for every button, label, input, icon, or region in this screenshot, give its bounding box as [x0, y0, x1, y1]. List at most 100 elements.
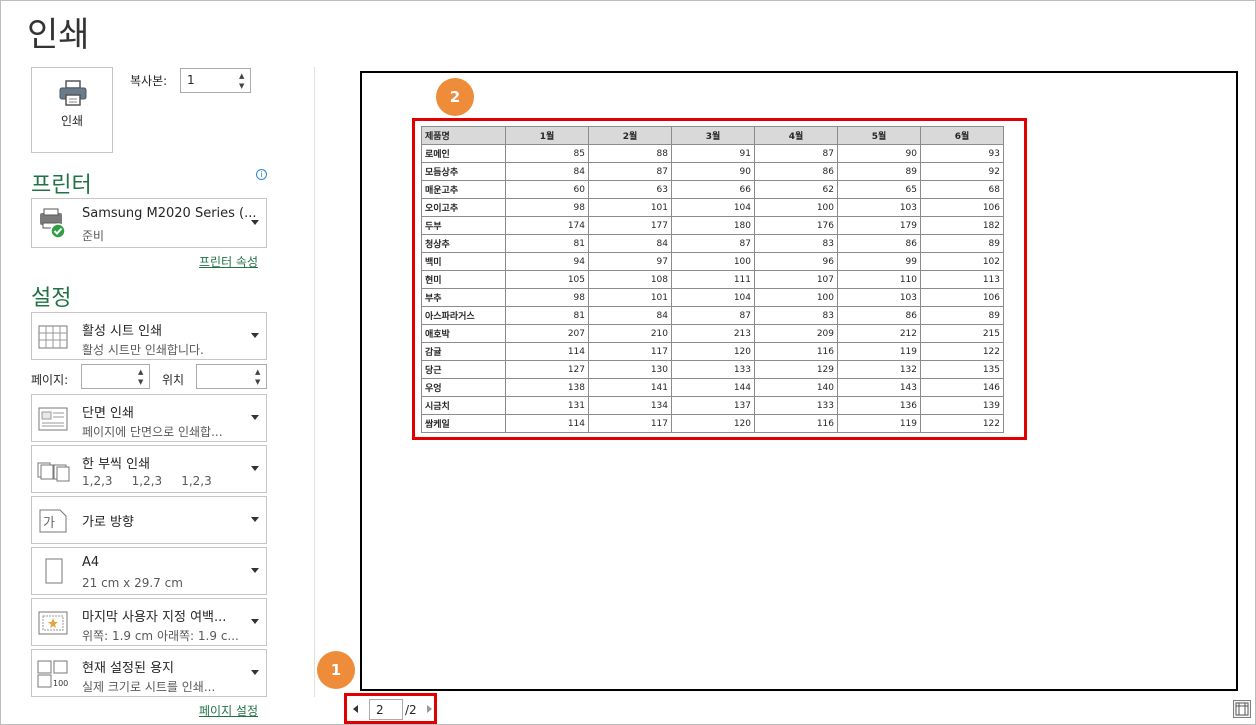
product-name-cell: 매운고추	[421, 180, 506, 199]
value-cell: 68	[920, 180, 1004, 199]
value-cell: 210	[588, 324, 672, 343]
collation-dropdown[interactable]: 한 부씩 인쇄 1,2,3 1,2,3 1,2,3	[31, 445, 267, 493]
chevron-down-icon	[251, 517, 259, 522]
value-cell: 139	[920, 396, 1004, 415]
value-cell: 209	[754, 324, 838, 343]
value-cell: 87	[754, 144, 838, 163]
printer-name: Samsung M2020 Series (...	[82, 206, 257, 221]
value-cell: 91	[671, 144, 755, 163]
annotation-badge-1: 1	[317, 651, 355, 689]
value-cell: 84	[505, 162, 589, 181]
scaling-desc: 실제 크기로 시트를 인쇄...	[82, 680, 216, 694]
value-cell: 122	[920, 414, 1004, 433]
value-cell: 179	[837, 216, 921, 235]
one-sided-icon	[38, 407, 68, 431]
chevron-down-icon	[251, 466, 259, 471]
spin-arrows-icon[interactable]: ▲ ▼	[138, 367, 146, 387]
settings-heading: 설정	[31, 286, 72, 311]
value-cell: 111	[671, 270, 755, 289]
value-cell: 134	[588, 396, 672, 415]
column-header: 제품명	[421, 126, 506, 145]
printer-ready-icon	[40, 208, 66, 239]
value-cell: 99	[837, 252, 921, 271]
info-icon[interactable]: i	[256, 169, 267, 180]
orientation-dropdown[interactable]: 가 가로 방향	[31, 496, 267, 544]
value-cell: 86	[837, 306, 921, 325]
value-cell: 89	[837, 162, 921, 181]
table-row: 애호박 207 210 213 209 212 215	[421, 324, 1004, 343]
value-cell: 90	[671, 162, 755, 181]
value-cell: 116	[754, 414, 838, 433]
value-cell: 62	[754, 180, 838, 199]
table-row: 로메인 85 88 91 87 90 93	[421, 144, 1004, 163]
pages-to-spinner[interactable]: ▲ ▼	[196, 364, 267, 389]
product-name-cell: 쌈케일	[421, 414, 506, 433]
paper-size-dropdown[interactable]: A4 21 cm x 29.7 cm	[31, 547, 267, 595]
value-cell: 86	[754, 162, 838, 181]
sides-dropdown[interactable]: 단면 인쇄 페이지에 단면으로 인쇄합...	[31, 394, 267, 442]
value-cell: 117	[588, 414, 672, 433]
copies-spinner[interactable]: 1 ▲ ▼	[180, 68, 251, 93]
spin-arrows-icon[interactable]: ▲ ▼	[255, 367, 263, 387]
next-page-icon[interactable]	[427, 705, 432, 713]
pages-to-label: 위치	[162, 373, 185, 387]
value-cell: 101	[588, 288, 672, 307]
page-setup-link[interactable]: 페이지 설정	[199, 702, 258, 719]
table-row: 쌈케일 114 117 120 116 119 122	[421, 414, 1004, 433]
chevron-down-icon	[251, 670, 259, 675]
value-cell: 177	[588, 216, 672, 235]
print-what-dropdown[interactable]: 활성 시트 인쇄 활성 시트만 인쇄합니다.	[31, 312, 267, 360]
chevron-down-icon	[251, 220, 259, 225]
value-cell: 133	[671, 360, 755, 379]
value-cell: 131	[505, 396, 589, 415]
current-page-input[interactable]: 2	[369, 699, 403, 720]
pages-from-spinner[interactable]: ▲ ▼	[81, 364, 150, 389]
value-cell: 87	[588, 162, 672, 181]
value-cell: 146	[920, 378, 1004, 397]
value-cell: 66	[671, 180, 755, 199]
page-title: 인쇄	[27, 15, 90, 55]
printer-properties-link[interactable]: 프린터 속성	[199, 253, 258, 270]
margins-dropdown[interactable]: 마지막 사용자 지정 여백... 위쪽: 1.9 cm 아래쪽: 1.9 c..…	[31, 598, 267, 646]
column-header: 1월	[505, 126, 589, 145]
value-cell: 60	[505, 180, 589, 199]
value-cell: 89	[920, 306, 1004, 325]
collation-desc: 1,2,3 1,2,3 1,2,3	[82, 474, 212, 488]
value-cell: 97	[588, 252, 672, 271]
value-cell: 119	[837, 414, 921, 433]
value-cell: 120	[671, 414, 755, 433]
value-cell: 100	[671, 252, 755, 271]
column-header: 4월	[754, 126, 838, 145]
previous-page-icon[interactable]	[353, 705, 358, 713]
value-cell: 85	[505, 144, 589, 163]
value-cell: 114	[505, 414, 589, 433]
table-row: 아스파라거스 81 84 87 83 86 89	[421, 306, 1004, 325]
paper-size-desc: 21 cm x 29.7 cm	[82, 576, 183, 590]
spin-arrows-icon[interactable]: ▲ ▼	[239, 71, 247, 91]
margins-icon	[38, 611, 68, 635]
value-cell: 182	[920, 216, 1004, 235]
value-cell: 86	[837, 234, 921, 253]
value-cell: 83	[754, 306, 838, 325]
total-pages: /2	[405, 703, 417, 717]
svg-text:가: 가	[43, 516, 55, 531]
scaling-dropdown[interactable]: 100 현재 설정된 용지 실제 크기로 시트를 인쇄...	[31, 649, 267, 697]
printer-dropdown[interactable]: Samsung M2020 Series (... 준비	[31, 198, 267, 248]
value-cell: 87	[671, 234, 755, 253]
chevron-down-icon	[251, 333, 259, 338]
value-cell: 104	[671, 288, 755, 307]
product-name-cell: 백미	[421, 252, 506, 271]
margins-label: 마지막 사용자 지정 여백...	[82, 610, 227, 625]
value-cell: 81	[505, 306, 589, 325]
value-cell: 90	[837, 144, 921, 163]
column-header: 3월	[671, 126, 755, 145]
value-cell: 88	[588, 144, 672, 163]
show-margins-button[interactable]	[1233, 700, 1251, 718]
paper-size-label: A4	[82, 555, 100, 570]
printer-heading: 프린터	[31, 173, 92, 198]
value-cell: 120	[671, 342, 755, 361]
value-cell: 98	[505, 198, 589, 217]
print-button[interactable]: 인쇄	[31, 67, 113, 153]
value-cell: 130	[588, 360, 672, 379]
value-cell: 94	[505, 252, 589, 271]
